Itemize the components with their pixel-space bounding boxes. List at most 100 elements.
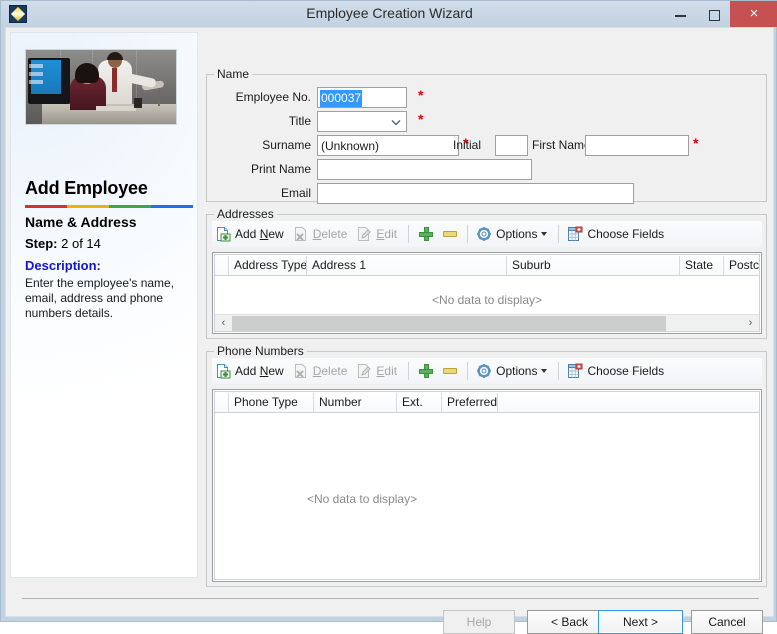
addresses-edit-label: Edit [376,227,398,241]
addresses-edit-button[interactable]: Edit [353,223,403,245]
help-label: Help [466,615,492,629]
email-field[interactable] [317,183,634,204]
title-label: Title [288,114,311,128]
phones-add-new-button[interactable]: Add New [212,360,290,382]
phone-numbers-toolbar: Add New Delete Edit Options Choose Field… [212,358,762,384]
scroll-right-arrow-icon[interactable]: › [742,314,759,331]
addresses-add-new-button[interactable]: Add New [212,223,290,245]
addresses-choose-fields-label: Choose Fields [587,227,665,241]
print-name-field[interactable] [317,159,532,180]
scrollbar-thumb[interactable] [232,315,666,331]
phones-add-row-button[interactable] [414,360,438,382]
divider-segment-yellow [67,205,109,208]
page-add-icon [215,363,231,379]
addresses-delete-button[interactable]: Delete [290,223,354,245]
column-header-phone-type[interactable]: Phone Type [229,392,314,412]
plus-icon [419,227,434,241]
column-header-ext[interactable]: Ext. [397,392,442,412]
page-delete-icon [293,226,309,242]
column-header-suburb[interactable]: Suburb [507,255,680,275]
wizard-sidebar: Add Employee Name & Address Step: 2 of 1… [10,32,198,578]
employee-no-value: 000037 [320,90,363,107]
addresses-group: Addresses Add New Delete Edit Options Ch… [206,207,767,339]
title-required-asterisk: * [418,111,424,127]
addresses-choose-fields-button[interactable]: Choose Fields [564,223,670,245]
addresses-toolbar: Add New Delete Edit Options Choose Field… [212,221,762,247]
page-title: Add Employee [25,178,148,198]
phones-remove-row-button[interactable] [438,360,462,382]
column-header-postcode[interactable]: Postcode [724,256,759,275]
toolbar-separator [467,225,469,243]
title-select[interactable] [317,111,407,132]
divider-segment-red [25,205,67,208]
gear-icon [476,363,492,379]
description-heading: Description: [25,258,101,273]
phone-numbers-group: Phone Numbers Add New Delete Edit Option… [206,344,767,587]
column-header-preferred[interactable]: Preferred [442,392,498,412]
maximize-icon [708,9,720,21]
toolbar-separator [558,225,560,243]
phones-options-label: Options [496,364,538,378]
addresses-group-legend: Addresses [214,207,277,221]
phones-add-new-label: Add New [235,364,284,378]
addresses-delete-label: Delete [312,227,348,241]
minimize-button[interactable] [664,1,696,27]
addresses-add-new-label: Add New [235,227,284,241]
page-add-icon [215,226,231,242]
row-indicator-gutter [215,255,229,275]
client-area: Add Employee Name & Address Step: 2 of 1… [5,27,774,634]
color-divider [25,205,193,208]
employee-no-required-asterisk: * [418,87,424,103]
initial-field[interactable] [495,135,528,156]
row-indicator-gutter [215,392,229,412]
page-edit-icon [356,363,372,379]
phones-choose-fields-button[interactable]: Choose Fields [564,360,670,382]
minimize-icon [674,14,686,17]
title-bar: Employee Creation Wizard × [1,1,777,27]
addresses-empty-message: <No data to display> [431,293,543,307]
cancel-button[interactable]: Cancel [691,610,763,634]
step-label: Step: [25,236,58,251]
employee-no-field[interactable]: 000037 [317,87,407,108]
phones-delete-button[interactable]: Delete [290,360,354,382]
phones-options-button[interactable]: Options [473,360,553,382]
addresses-add-row-button[interactable] [414,223,438,245]
phones-delete-label: Delete [312,364,348,378]
phones-edit-button[interactable]: Edit [353,360,403,382]
step-title: Name & Address [25,214,137,230]
minus-icon [443,231,458,237]
divider-segment-green [109,205,151,208]
addresses-hscrollbar[interactable]: ‹ › [215,314,759,331]
column-header-address-1[interactable]: Address 1 [307,255,507,275]
table-columns-icon [567,226,583,242]
addresses-options-label: Options [496,227,538,241]
name-group: Name Employee No. 000037 * Title * Surna… [206,67,767,204]
scroll-left-arrow-icon[interactable]: ‹ [215,314,232,331]
name-group-legend: Name [214,67,253,81]
addresses-grid[interactable]: Address Type Address 1 Suburb State Post… [212,252,762,334]
chevron-down-icon [391,119,401,126]
phone-numbers-grid-header: Phone Type Number Ext. Preferred [215,392,759,413]
addresses-grid-header: Address Type Address 1 Suburb State Post… [215,255,759,276]
column-header-state[interactable]: State [680,255,724,275]
addresses-remove-row-button[interactable] [438,223,462,245]
description-text: Enter the employee's name, email, addres… [25,276,175,320]
column-header-address-type[interactable]: Address Type [229,255,307,275]
close-button[interactable]: × [730,1,777,27]
scrollbar-track[interactable] [232,314,742,331]
first-name-field[interactable] [585,135,689,156]
maximize-button[interactable] [698,1,730,27]
phone-numbers-group-legend: Phone Numbers [214,344,307,358]
surname-field[interactable] [317,135,459,156]
column-header-number[interactable]: Number [314,392,397,412]
addresses-options-button[interactable]: Options [473,223,553,245]
phone-numbers-empty-message: <No data to display> [307,492,418,506]
next-button[interactable]: Next > [598,610,683,634]
divider-segment-blue [151,205,193,208]
print-name-label: Print Name [250,162,311,176]
footer-separator [22,598,759,599]
help-button[interactable]: Help [443,610,515,634]
phones-choose-fields-label: Choose Fields [587,364,665,378]
phones-edit-label: Edit [376,364,398,378]
phone-numbers-grid[interactable]: Phone Type Number Ext. Preferred <No dat… [212,389,762,582]
